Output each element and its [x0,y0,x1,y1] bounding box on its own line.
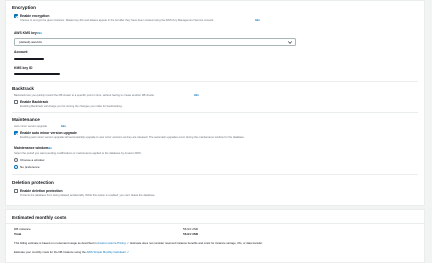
backtrack-heading: Backtrack [12,86,34,91]
estimated-costs-heading: Estimated monthly costs [12,215,67,220]
aurora-pricing-link[interactable]: Amazon Aurora Pricing [97,241,126,245]
enable-encryption-info-link[interactable]: Info [255,19,260,23]
enable-encryption-desc: Choose to encrypt the given instance. Ma… [20,19,214,22]
auto-minor-version-label: Auto minor version upgrade [14,125,48,128]
deletion-protection-heading: Deletion protection [12,180,54,185]
cost-row-value: 56.94 USD [183,227,199,231]
chevron-down-icon [288,41,292,45]
auto-minor-version-desc: Enabling auto minor version upgrade will… [20,136,245,139]
billing-note-text: This billing estimate is based on on-dem… [14,241,97,245]
simple-monthly-calculator-link[interactable]: AWS Simple Monthly Calculator [86,250,126,254]
no-preference-label: No preference [20,165,40,169]
cost-row-label: DB instance [14,227,31,231]
deletion-protection-label: Enable deletion protection [20,189,63,193]
estimated-costs-panel: Estimated monthly costs DB instance 56.9… [5,209,425,263]
billing-note-text-end: . Estimate does not consider reserved in… [128,241,263,245]
section-divider [12,112,418,113]
section-divider [6,223,424,224]
billing-estimate-note: This billing estimate is based on on-dem… [14,242,263,246]
maintenance-window-desc: Select the period you want pending modif… [14,152,142,155]
enable-backtrack-desc: Enabling Backtrack will charge you for s… [20,105,123,108]
auto-minor-version-checkbox[interactable] [14,131,19,136]
maintenance-window-info-link[interactable]: Info [47,147,52,151]
cost-total-label: Total [14,232,22,236]
no-preference-radio[interactable] [14,165,19,170]
choose-window-label: Choose a window [20,158,45,162]
calculator-note-text: Estimate your monthly costs for the DB I… [14,250,86,254]
additional-configuration-panel: Encryption Enable encryption Choose to e… [5,0,425,206]
section-divider [12,81,418,82]
enable-encryption-checkbox[interactable] [14,14,19,19]
deletion-protection-desc: Protects the database from being deleted… [20,194,156,197]
section-divider [12,174,418,175]
auto-minor-version-enable-label: Enable auto minor version upgrade [20,131,77,135]
account-value-redacted [14,58,44,61]
maintenance-heading: Maintenance [12,117,40,122]
auto-minor-version-info-link[interactable]: Info [61,125,66,129]
kms-key-label: AWS KMS key [14,31,37,35]
kms-key-selected-value: (default) aws/rds [19,40,42,45]
cost-total-value: 56.94 USD [183,232,199,236]
encryption-heading: Encryption [12,5,36,10]
deletion-protection-checkbox[interactable] [14,189,19,194]
calculator-note: Estimate your monthly costs for the DB I… [14,251,129,255]
account-label: Account [14,50,28,54]
kms-key-id-label: KMS key ID [14,66,33,70]
enable-backtrack-label: Enable Backtrack [20,100,49,104]
backtrack-desc: Backtrack lets you quickly rewind the DB… [14,94,155,97]
choose-window-radio[interactable] [14,158,19,163]
enable-encryption-label: Enable encryption [20,14,50,18]
kms-key-id-value-redacted [14,73,60,76]
kms-key-select[interactable]: (default) aws/rds [14,38,296,46]
external-link-icon: ↗ [126,251,130,254]
maintenance-window-label: Maintenance window [14,146,48,150]
enable-backtrack-checkbox[interactable] [14,100,19,105]
kms-key-info-link[interactable]: Info [37,32,42,36]
backtrack-info-link[interactable]: Info [194,94,199,98]
